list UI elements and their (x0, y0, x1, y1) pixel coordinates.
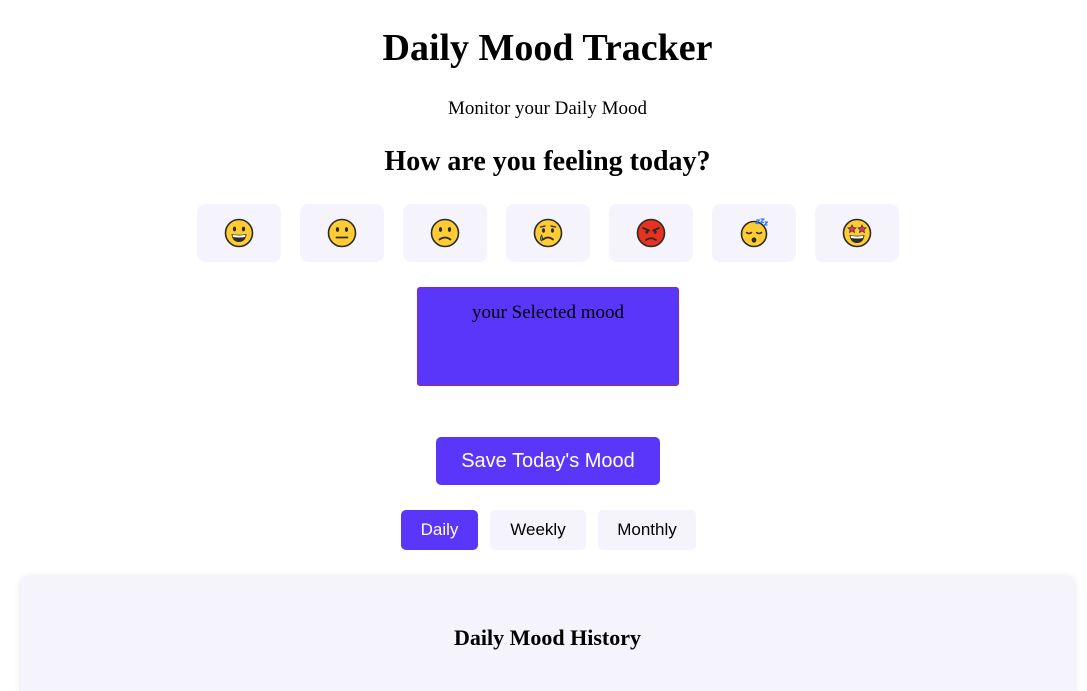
mood-question: How are you feeling today? (384, 146, 711, 177)
grinning-face-icon (224, 218, 254, 248)
tab-daily[interactable]: Daily (401, 510, 478, 550)
mood-option-frowning[interactable] (403, 204, 487, 262)
mood-option-neutral[interactable] (300, 204, 384, 262)
mood-option-crying[interactable] (506, 204, 590, 262)
mood-option-grinning[interactable] (197, 204, 281, 262)
tab-monthly[interactable]: Monthly (598, 510, 696, 550)
save-mood-button[interactable]: Save Today's Mood (436, 437, 660, 485)
page-subtitle: Monitor your Daily Mood (448, 98, 647, 119)
mood-options (197, 204, 899, 262)
neutral-face-icon (327, 218, 357, 248)
page-title: Daily Mood Tracker (382, 27, 713, 69)
mood-option-sleeping[interactable] (712, 204, 796, 262)
selected-mood-display: your Selected mood (417, 287, 679, 386)
history-tabs: Daily Weekly Monthly (401, 510, 696, 550)
mood-option-angry[interactable] (609, 204, 693, 262)
crying-face-icon (533, 218, 563, 248)
history-title: Daily Mood History (454, 625, 641, 650)
mood-history-panel: Daily Mood History (21, 575, 1074, 691)
tab-weekly[interactable]: Weekly (490, 510, 586, 550)
mood-tracker-page: Daily Mood Tracker Monitor your Daily Mo… (0, 0, 1087, 691)
slightly-frowning-face-icon (430, 218, 460, 248)
mood-option-star-struck[interactable] (815, 204, 899, 262)
star-struck-face-icon (842, 218, 872, 248)
sleeping-face-icon (740, 218, 769, 248)
angry-face-icon (636, 218, 666, 248)
selected-mood-text: your Selected mood (472, 302, 624, 323)
